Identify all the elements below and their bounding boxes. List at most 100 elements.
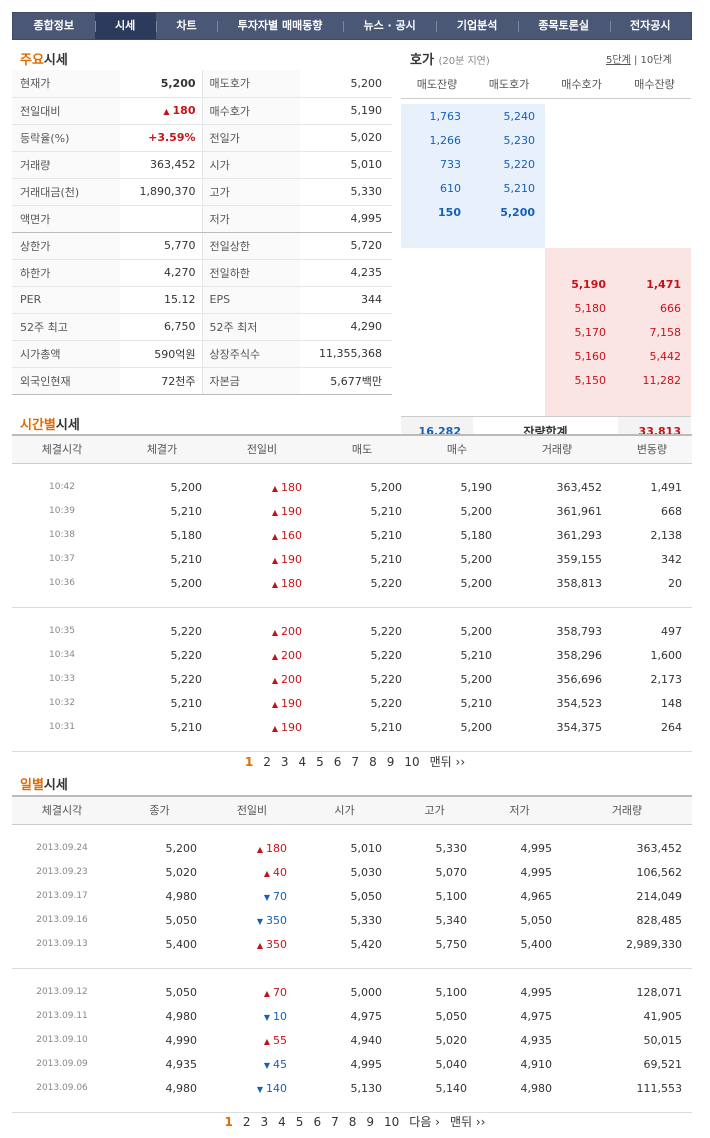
time-cell: 10:32 [49, 698, 75, 708]
page-link-10[interactable]: 10 [404, 755, 419, 769]
quote-row: 거래량 363,452 시가 5,010 [12, 151, 392, 179]
page-link-2[interactable]: 2 [243, 1115, 251, 1129]
table-row: 2013.09.24 5,200 ▲ 180 5,010 5,330 4,995 363,45… [12, 836, 692, 860]
page-link-2[interactable]: 2 [263, 755, 271, 769]
quote-label: 고가 [201, 178, 300, 206]
page-link-4[interactable]: 4 [299, 755, 307, 769]
up-arrow-icon: ▲ [271, 531, 278, 541]
table-row: 2013.09.06 4,980 ▼ 140 5,130 5,140 4,980 111,55… [12, 1076, 692, 1100]
page-link-3[interactable]: 3 [281, 755, 289, 769]
page-link-9[interactable]: 9 [366, 1115, 374, 1129]
change-cell: ▲ 190 [212, 499, 312, 523]
value-cell: 5,220 [370, 624, 403, 638]
value-cell: 358,296 [556, 648, 603, 662]
value-cell: 148 [661, 696, 682, 710]
page-link-6[interactable]: 6 [334, 755, 342, 769]
daily-header-cell: 시가 [297, 795, 392, 825]
page-link-4[interactable]: 4 [278, 1115, 286, 1129]
page-link-8[interactable]: 8 [369, 755, 377, 769]
tab-7[interactable]: 전자공시 [609, 13, 692, 39]
change-cell: ▲ 40 [207, 860, 297, 884]
quote-label: 거래대금(천) [12, 178, 120, 206]
close-cell: 5,400 [165, 937, 198, 951]
step10-link[interactable]: 10단계 [641, 55, 672, 66]
tab-3[interactable]: 투자자별 매매동향 [217, 13, 343, 39]
last-page-link[interactable]: 맨뒤 ›› [430, 753, 466, 770]
quote-row: 52주 최고 6,750 52주 최저 4,290 [12, 313, 392, 341]
change-cell: ▲ 200 [212, 667, 312, 691]
time-cell: 10:37 [49, 554, 75, 564]
last-page-link[interactable]: 맨뒤 ›› [450, 1113, 486, 1130]
up-arrow-icon: ▲ [256, 940, 263, 950]
change-value: 200 [281, 624, 302, 638]
tab-6[interactable]: 종목토론실 [517, 13, 610, 39]
value-cell: 214,049 [636, 889, 683, 903]
page-link-6[interactable]: 6 [313, 1115, 321, 1129]
change-rate: +3.59% [148, 131, 196, 144]
bid-volume: 666 [618, 296, 691, 320]
value-cell: 361,961 [556, 504, 603, 518]
value-cell: 4,995 [520, 985, 553, 999]
value-cell: 5,180 [460, 528, 493, 542]
page-link-9[interactable]: 9 [387, 755, 395, 769]
step5-link[interactable]: 5단계 [606, 55, 631, 66]
close-cell: 5,050 [165, 913, 198, 927]
page-link-1[interactable]: 1 [245, 755, 253, 769]
quote-value: 4,270 [120, 259, 202, 287]
quote-value: 5,010 [300, 151, 392, 179]
tab-5[interactable]: 기업분석 [436, 13, 518, 39]
value-cell: 2,989,330 [626, 937, 682, 951]
value-cell: 5,210 [460, 696, 493, 710]
page-link-5[interactable]: 5 [316, 755, 324, 769]
value-cell: 5,200 [460, 624, 493, 638]
down-arrow-icon: ▼ [263, 892, 270, 902]
tab-2[interactable]: 차트 [155, 13, 217, 39]
bid-volume: 1,471 [618, 272, 691, 296]
value-cell: 1,491 [650, 480, 683, 494]
change-value: 190 [281, 720, 302, 734]
value-cell: 128,071 [636, 985, 683, 999]
quote-label: 등락율(%) [12, 124, 120, 152]
next-page-link[interactable]: 다음 › [409, 1113, 440, 1130]
quote-label: 자본금 [201, 367, 300, 395]
quote-value: 5,200 [300, 70, 392, 98]
quote-value: +3.59% [120, 124, 202, 152]
quote-label: 저가 [201, 205, 300, 233]
page-link-10[interactable]: 10 [384, 1115, 399, 1129]
value-cell: 41,905 [643, 1009, 683, 1023]
change-cell: ▲ 55 [207, 1028, 297, 1052]
tab-4[interactable]: 뉴스 · 공시 [342, 13, 436, 39]
change-cell: ▲ 180 [212, 571, 312, 595]
tab-0[interactable]: 종합정보 [13, 13, 95, 39]
tab-1[interactable]: 시세 [94, 13, 156, 39]
change-value: 190 [281, 552, 302, 566]
page-link-7[interactable]: 7 [351, 755, 359, 769]
page-link-1[interactable]: 1 [225, 1115, 233, 1129]
page-link-5[interactable]: 5 [296, 1115, 304, 1129]
bid-row: 5,150 11,282 [401, 368, 691, 392]
title-rest: 시세 [43, 53, 68, 68]
quote-value: 5,720 [300, 232, 392, 260]
value-cell: 359,155 [556, 552, 603, 566]
quote-label: 상한가 [12, 232, 120, 260]
page-link-7[interactable]: 7 [331, 1115, 339, 1129]
value-cell: 5,020 [435, 1033, 468, 1047]
change-value: 200 [281, 648, 302, 662]
date-cell: 2013.09.13 [36, 939, 88, 949]
price-cell: 5,210 [170, 504, 203, 518]
up-arrow-icon: ▲ [263, 988, 270, 998]
ask-volume: 1,763 [401, 104, 473, 128]
value-cell: 363,452 [636, 841, 683, 855]
value-cell: 106,562 [636, 865, 683, 879]
value-cell: 354,523 [556, 696, 603, 710]
daily-pagination: 1 2 3 4 5 6 7 8 9 10 다음 › 맨뒤 ›› [0, 1113, 710, 1130]
table-row: 10:38 5,180 ▲ 160 5,210 5,180 361,293 2,138 [12, 523, 692, 547]
daily-header: 체결시각 종가 전일비 시가 고가 저가 거래량 [12, 795, 692, 825]
page-link-8[interactable]: 8 [349, 1115, 357, 1129]
quote-row: 등락율(%) +3.59% 전일가 5,020 [12, 124, 392, 152]
value-cell: 361,293 [556, 528, 603, 542]
page-link-3[interactable]: 3 [261, 1115, 269, 1129]
quote-row: 거래대금(천) 1,890,370 고가 5,330 [12, 178, 392, 206]
value-cell: 5,000 [350, 985, 383, 999]
price-cell: 5,210 [170, 720, 203, 734]
